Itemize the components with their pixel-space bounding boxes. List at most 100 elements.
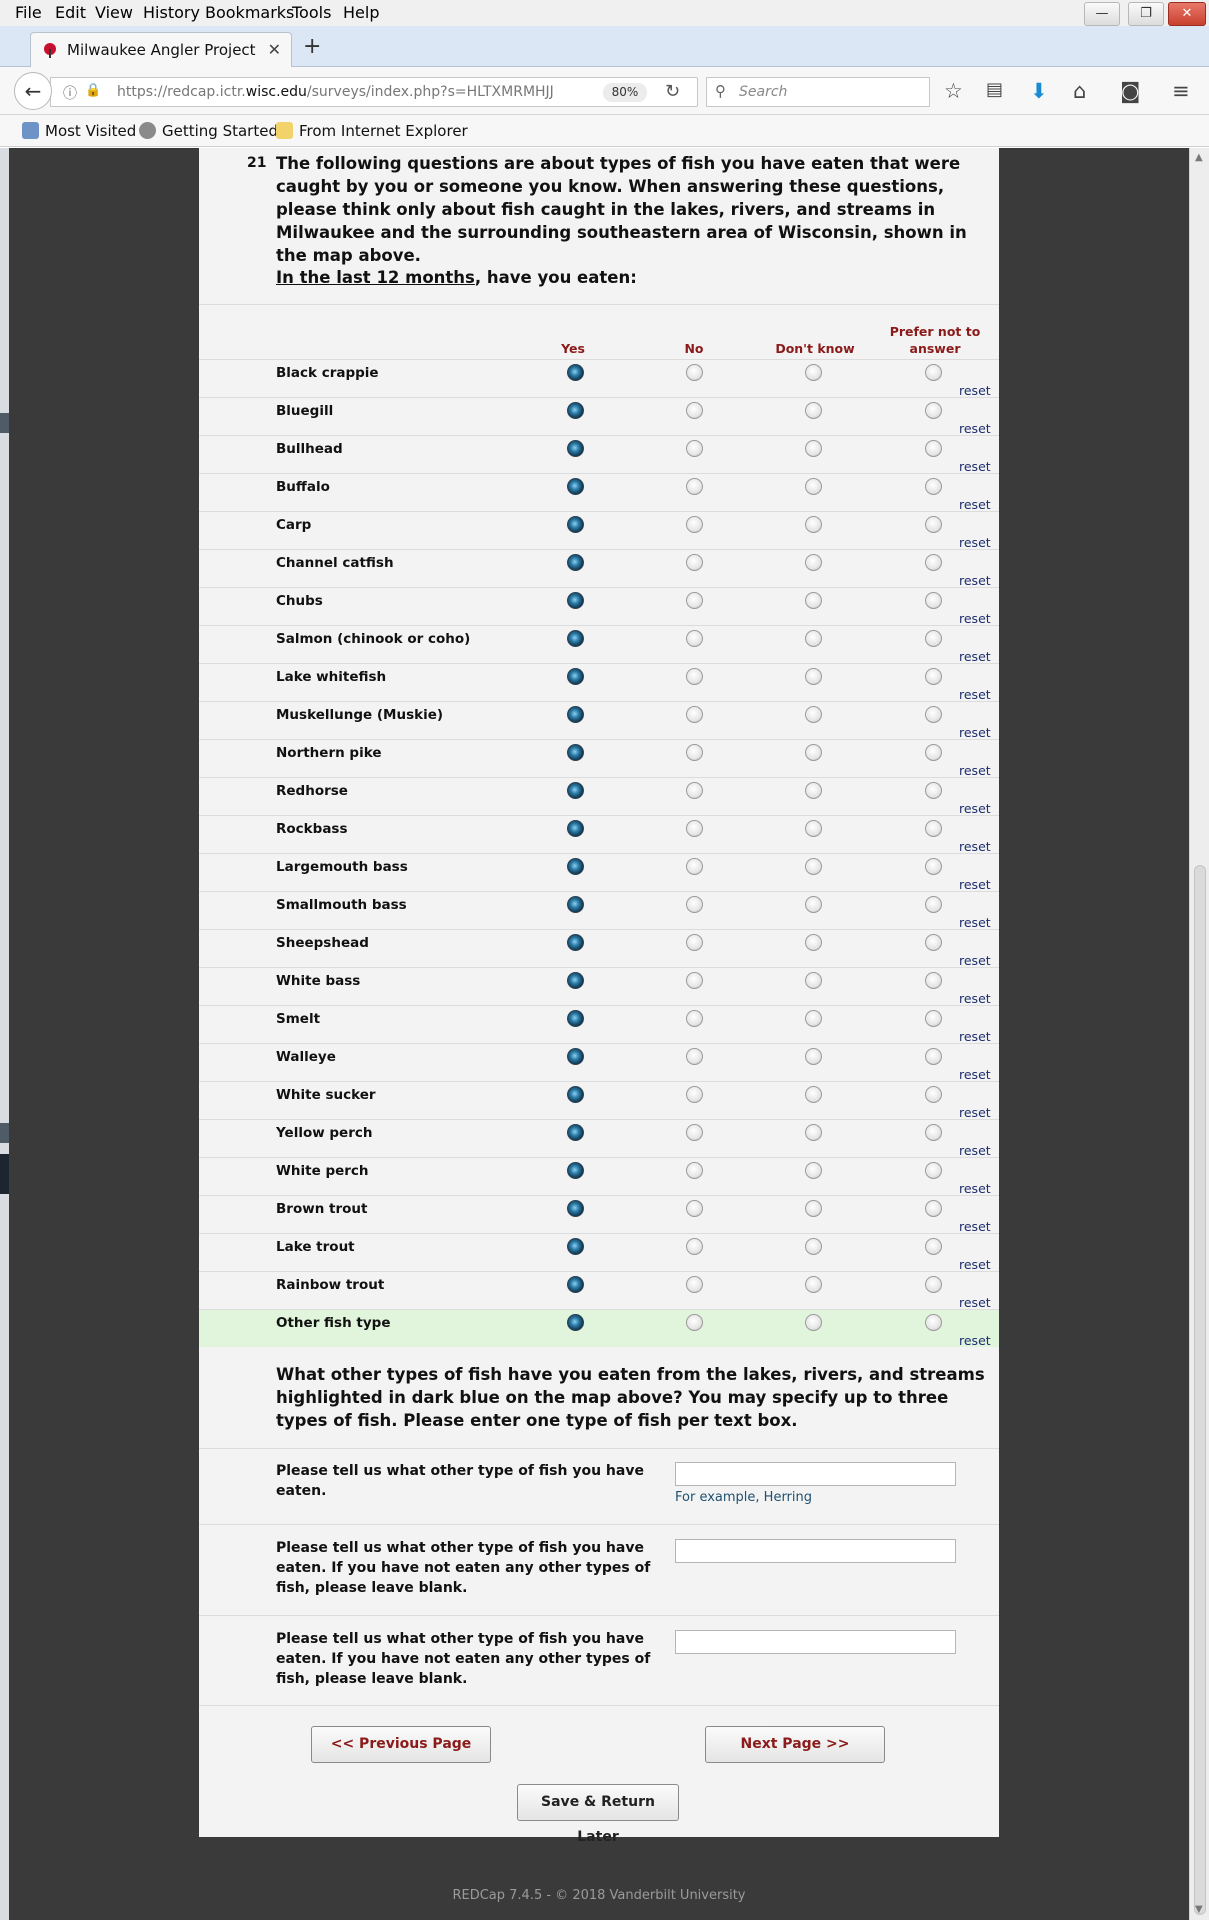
radio-dont-know[interactable] <box>805 364 822 381</box>
next-page-button[interactable]: Next Page >> <box>705 1726 885 1763</box>
radio-prefer-not[interactable] <box>925 934 942 951</box>
radio-dont-know[interactable] <box>805 1314 822 1331</box>
radio-yes[interactable] <box>567 1238 584 1255</box>
radio-yes[interactable] <box>567 706 584 723</box>
radio-no[interactable] <box>686 1010 703 1027</box>
radio-yes[interactable] <box>567 1314 584 1331</box>
radio-yes[interactable] <box>567 630 584 647</box>
radio-no[interactable] <box>686 478 703 495</box>
new-tab-icon[interactable]: + <box>303 34 321 59</box>
reset-link[interactable]: reset <box>959 649 991 664</box>
radio-dont-know[interactable] <box>805 554 822 571</box>
radio-prefer-not[interactable] <box>925 478 942 495</box>
radio-no[interactable] <box>686 1276 703 1293</box>
radio-yes[interactable] <box>567 782 584 799</box>
radio-prefer-not[interactable] <box>925 744 942 761</box>
radio-prefer-not[interactable] <box>925 364 942 381</box>
previous-page-button[interactable]: << Previous Page <box>311 1726 491 1763</box>
radio-no[interactable] <box>686 744 703 761</box>
vertical-scrollbar[interactable]: ▲ ▼ <box>1189 148 1209 1920</box>
radio-prefer-not[interactable] <box>925 516 942 533</box>
radio-yes[interactable] <box>567 1124 584 1141</box>
radio-yes[interactable] <box>567 896 584 913</box>
reset-link[interactable]: reset <box>959 611 991 626</box>
radio-yes[interactable] <box>567 934 584 951</box>
radio-no[interactable] <box>686 858 703 875</box>
radio-dont-know[interactable] <box>805 1162 822 1179</box>
other-fish-input-2[interactable] <box>675 1539 956 1563</box>
other-fish-input-1[interactable] <box>675 1462 956 1486</box>
reset-link[interactable]: reset <box>959 383 991 398</box>
reset-link[interactable]: reset <box>959 1295 991 1310</box>
radio-prefer-not[interactable] <box>925 706 942 723</box>
home-icon[interactable]: ⌂ <box>1073 79 1086 103</box>
radio-no[interactable] <box>686 1200 703 1217</box>
reset-link[interactable]: reset <box>959 839 991 854</box>
url-bar[interactable]: ⓘ 🔒 https://redcap.ictr.wisc.edu/surveys… <box>50 77 698 107</box>
reset-link[interactable]: reset <box>959 1219 991 1234</box>
radio-dont-know[interactable] <box>805 592 822 609</box>
radio-yes[interactable] <box>567 1048 584 1065</box>
radio-prefer-not[interactable] <box>925 440 942 457</box>
reset-link[interactable]: reset <box>959 1333 991 1348</box>
radio-yes[interactable] <box>567 402 584 419</box>
reset-link[interactable]: reset <box>959 725 991 740</box>
radio-no[interactable] <box>686 934 703 951</box>
radio-no[interactable] <box>686 516 703 533</box>
radio-yes[interactable] <box>567 1162 584 1179</box>
radio-no[interactable] <box>686 1124 703 1141</box>
radio-dont-know[interactable] <box>805 668 822 685</box>
radio-dont-know[interactable] <box>805 402 822 419</box>
radio-prefer-not[interactable] <box>925 1124 942 1141</box>
menu-file[interactable]: File <box>15 3 42 22</box>
radio-dont-know[interactable] <box>805 1048 822 1065</box>
radio-dont-know[interactable] <box>805 972 822 989</box>
radio-no[interactable] <box>686 820 703 837</box>
radio-no[interactable] <box>686 630 703 647</box>
radio-yes[interactable] <box>567 478 584 495</box>
reset-link[interactable]: reset <box>959 1181 991 1196</box>
tab-milwaukee-angler[interactable]: Milwaukee Angler Project ✕ <box>30 32 292 68</box>
radio-dont-know[interactable] <box>805 440 822 457</box>
radio-prefer-not[interactable] <box>925 1086 942 1103</box>
other-fish-input-3[interactable] <box>675 1630 956 1654</box>
url-text[interactable]: https://redcap.ictr.wisc.edu/surveys/ind… <box>117 84 554 100</box>
menu-tools[interactable]: Tools <box>292 3 331 22</box>
radio-yes[interactable] <box>567 440 584 457</box>
radio-prefer-not[interactable] <box>925 592 942 609</box>
reset-link[interactable]: reset <box>959 687 991 702</box>
radio-prefer-not[interactable] <box>925 1314 942 1331</box>
pocket-icon[interactable]: ◙ <box>1120 79 1140 103</box>
scroll-thumb[interactable] <box>1194 865 1206 1915</box>
radio-yes[interactable] <box>567 1276 584 1293</box>
radio-no[interactable] <box>686 1048 703 1065</box>
bookmark-from-ie[interactable]: From Internet Explorer <box>276 122 468 140</box>
radio-prefer-not[interactable] <box>925 782 942 799</box>
reset-link[interactable]: reset <box>959 877 991 892</box>
radio-no[interactable] <box>686 896 703 913</box>
menu-view[interactable]: View <box>95 3 133 22</box>
radio-prefer-not[interactable] <box>925 896 942 913</box>
reading-list-icon[interactable]: ▤ <box>986 79 1003 100</box>
radio-yes[interactable] <box>567 364 584 381</box>
radio-prefer-not[interactable] <box>925 668 942 685</box>
hamburger-menu-icon[interactable]: ≡ <box>1172 79 1190 103</box>
bookmark-most-visited[interactable]: Most Visited <box>22 122 136 140</box>
radio-prefer-not[interactable] <box>925 402 942 419</box>
radio-prefer-not[interactable] <box>925 554 942 571</box>
radio-prefer-not[interactable] <box>925 1010 942 1027</box>
radio-prefer-not[interactable] <box>925 1276 942 1293</box>
radio-prefer-not[interactable] <box>925 1162 942 1179</box>
radio-prefer-not[interactable] <box>925 858 942 875</box>
tab-close-icon[interactable]: ✕ <box>268 40 281 59</box>
radio-no[interactable] <box>686 1314 703 1331</box>
radio-dont-know[interactable] <box>805 1238 822 1255</box>
reset-link[interactable]: reset <box>959 459 991 474</box>
menu-help[interactable]: Help <box>343 3 379 22</box>
radio-dont-know[interactable] <box>805 706 822 723</box>
radio-dont-know[interactable] <box>805 516 822 533</box>
reset-link[interactable]: reset <box>959 953 991 968</box>
reset-link[interactable]: reset <box>959 1143 991 1158</box>
radio-yes[interactable] <box>567 972 584 989</box>
radio-no[interactable] <box>686 1086 703 1103</box>
